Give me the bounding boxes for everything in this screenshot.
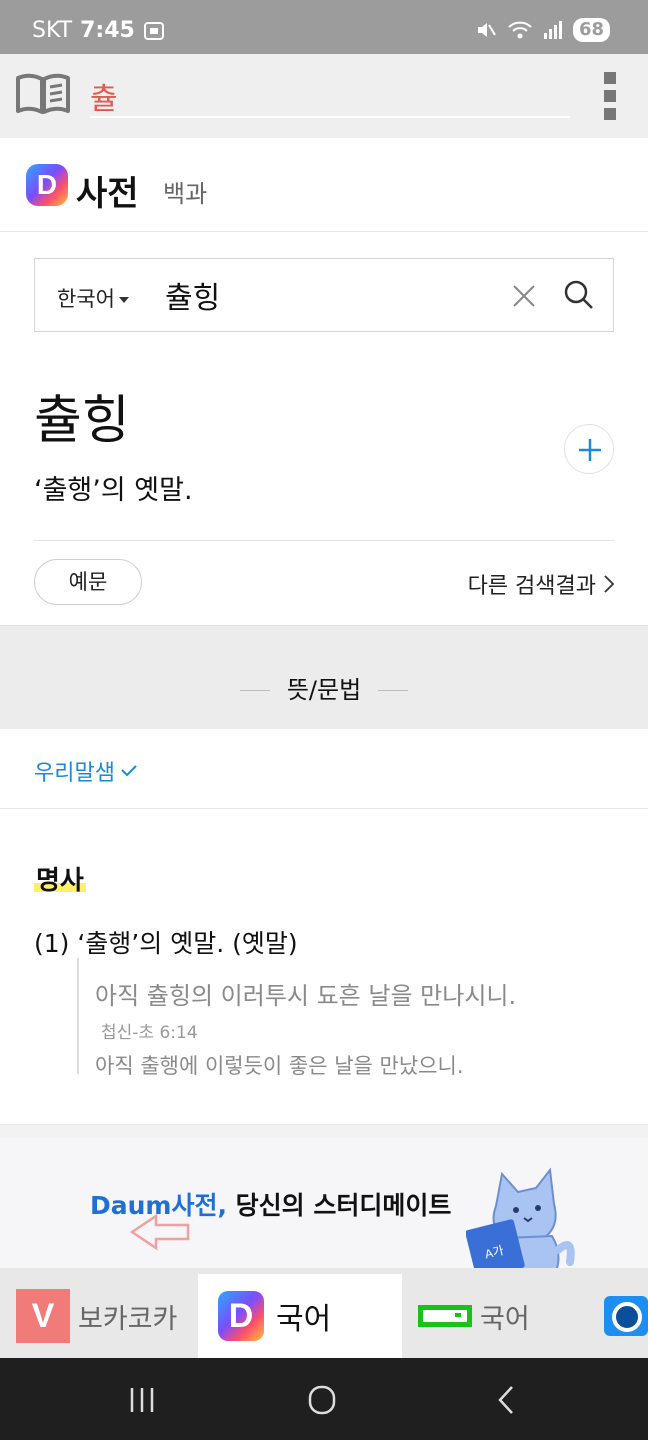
promo-tagline: 당신의 스터디메이트	[226, 1191, 452, 1220]
signal-icon	[543, 21, 562, 39]
tab-daum-korean[interactable]: D 국어	[198, 1274, 402, 1358]
chevron-right-icon	[604, 575, 614, 593]
search-input[interactable]	[165, 275, 485, 315]
other-results-label: 다른 검색결과	[467, 574, 596, 599]
check-icon	[121, 765, 137, 777]
tab-naver-korean[interactable]: 국어	[418, 1274, 530, 1358]
promo-banner[interactable]: Daum사전, 당신의 스터디메이트 A가	[0, 1138, 648, 1268]
status-time: 7:45	[80, 18, 135, 43]
wifi-icon	[508, 21, 532, 39]
screenshot-icon	[143, 21, 164, 40]
recent-apps-icon[interactable]	[122, 1384, 162, 1416]
vocacoca-logo-icon: V	[16, 1289, 70, 1343]
carrier-label: SKT	[32, 18, 73, 43]
example-source: 첩신-초 6:14	[101, 1023, 198, 1043]
status-bar: SKT 7:45 68	[0, 0, 648, 54]
example-block: 아직 츌힝의 이러투시 됴흔 날을 만나시니. 첩신-초 6:14 아직 출행에…	[77, 958, 617, 1078]
part-of-speech: 명사	[34, 860, 86, 897]
daum-logo-icon: D	[218, 1291, 264, 1341]
brand-bar: D 사전 백과	[0, 138, 648, 232]
example-modern-text: 아직 출행에 이렇듯이 좋은 날을 만났으니.	[95, 1054, 464, 1078]
tab-vocacoca[interactable]: V 보카코카	[16, 1274, 177, 1358]
daum-dictionary-logo[interactable]: D	[26, 164, 68, 206]
sense-definition: (1) ‘출행’의 옛말. (옛말)	[34, 929, 298, 958]
query-text[interactable]: 츌	[90, 74, 570, 118]
back-icon[interactable]	[486, 1384, 526, 1416]
naver-dictionary-icon	[418, 1305, 472, 1327]
other-results-link[interactable]: 다른 검색결과	[468, 568, 614, 600]
app-bar: 츌	[0, 54, 648, 138]
add-to-wordbook-button[interactable]	[564, 424, 614, 474]
brand-name[interactable]: 사전	[76, 166, 139, 215]
status-right: 68	[475, 18, 610, 42]
more-menu-icon[interactable]	[604, 72, 618, 120]
battery-level: 68	[572, 18, 610, 42]
camera-icon	[604, 1296, 648, 1336]
search-box: 한국어	[34, 258, 614, 332]
source-row: 우리말샘	[0, 729, 648, 809]
cat-mascot-icon: A가	[466, 1167, 575, 1268]
mute-icon	[477, 23, 496, 37]
dictionary-book-icon[interactable]	[14, 72, 72, 116]
tab-naver-korean-label: 국어	[480, 1303, 530, 1335]
section-header: 뜻/문법	[0, 625, 648, 729]
example-old-text: 아직 츌힝의 이러투시 됴흔 날을 만나시니.	[95, 982, 517, 1010]
tab-encyclopedia[interactable]: 백과	[163, 174, 207, 209]
status-left: SKT 7:45	[32, 18, 165, 43]
divider	[34, 540, 614, 541]
clear-icon[interactable]	[511, 283, 537, 309]
section-line-right	[378, 690, 408, 691]
section-title: 뜻/문법	[286, 676, 362, 704]
arrow-left-icon	[130, 1213, 190, 1251]
entry-summary: ‘출행’의 옛말.	[34, 475, 193, 506]
entry-word: 츌힝	[34, 391, 130, 451]
tab-camera[interactable]	[604, 1274, 648, 1358]
section-gap	[0, 1124, 648, 1138]
system-nav-bar	[0, 1358, 648, 1440]
caret-down-icon	[118, 297, 129, 303]
example-button[interactable]: 예문	[34, 559, 142, 605]
app-switcher-tab-bar: V 보카코카 D 국어 국어	[0, 1268, 648, 1358]
source-label: 우리말샘	[34, 761, 115, 786]
language-select[interactable]: 한국어	[57, 283, 129, 313]
tab-vocacoca-label: 보카코카	[78, 1303, 178, 1335]
source-selector[interactable]: 우리말샘	[34, 755, 137, 787]
search-icon[interactable]	[563, 279, 595, 311]
language-select-label: 한국어	[57, 287, 115, 311]
tab-daum-korean-label: 국어	[276, 1302, 332, 1337]
plus-icon	[579, 439, 601, 461]
home-icon[interactable]	[302, 1384, 342, 1416]
